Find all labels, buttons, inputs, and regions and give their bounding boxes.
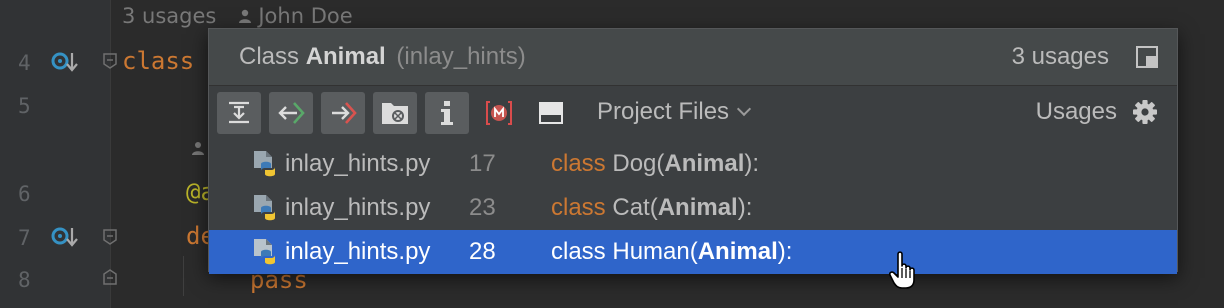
usage-row-selected[interactable]: inlay_hints.py 28 class Human(Animal): — [209, 230, 1177, 274]
usages-list: inlay_hints.py 17 class Dog(Animal): inl… — [209, 142, 1177, 274]
result-line-number: 23 — [469, 194, 496, 221]
open-in-tool-window-icon[interactable] — [1135, 45, 1159, 69]
usage-row[interactable]: inlay_hints.py 17 class Dog(Animal): — [209, 142, 1177, 186]
inlay-hint[interactable]: 3 usages John Doe — [122, 4, 353, 28]
hand-cursor-icon — [889, 251, 915, 289]
open-in-find-window-button[interactable] — [373, 92, 417, 134]
show-usages-popup: Class Animal (inlay_hints) 3 usages Proj… — [208, 28, 1178, 274]
line-number: 7 — [18, 226, 31, 250]
preview-button[interactable] — [529, 92, 573, 134]
line-number: 8 — [18, 268, 31, 292]
result-line-number: 17 — [469, 150, 496, 177]
expand-all-icon — [229, 101, 249, 124]
person-icon — [192, 142, 204, 155]
result-code-match: Animal — [664, 150, 745, 177]
python-file-icon — [254, 239, 275, 265]
result-code-match: Animal — [697, 238, 778, 265]
person-icon — [239, 9, 252, 23]
result-code-match: Animal — [657, 194, 738, 221]
python-file-icon — [254, 195, 275, 221]
popup-title: Class Animal (inlay_hints) — [239, 43, 526, 71]
result-code: class Dog(Animal): — [551, 150, 759, 178]
result-code-post: ): — [737, 194, 753, 221]
result-code-post: ): — [777, 238, 793, 265]
result-code: class Human(Animal): — [551, 238, 792, 266]
popup-header: Class Animal (inlay_hints) 3 usages — [209, 29, 1177, 86]
python-file-icon — [254, 151, 275, 177]
indent-guide — [183, 256, 184, 296]
next-occurrence-button[interactable] — [321, 92, 365, 134]
result-code-pre: Human( — [605, 238, 698, 265]
title-prefix: Class — [239, 43, 300, 70]
implemented-gutter-icon[interactable] — [50, 47, 80, 77]
scope-dropdown[interactable]: Project Files — [597, 98, 752, 126]
inlay-author: John Doe — [258, 4, 353, 28]
chevron-down-icon — [736, 101, 752, 117]
info-button[interactable] — [425, 92, 469, 134]
result-keyword: class — [551, 194, 606, 221]
result-code-pre: Cat( — [605, 194, 658, 221]
gutter-divider — [110, 0, 111, 308]
result-keyword: class — [551, 150, 606, 177]
code-class-keyword: class — [122, 47, 195, 75]
usage-row[interactable]: inlay_hints.py 23 class Cat(Animal): — [209, 186, 1177, 230]
line-number: 6 — [18, 182, 31, 206]
usages-label: Usages — [1035, 98, 1117, 125]
scope-label: Project Files — [597, 98, 730, 125]
result-code-post: ): — [744, 150, 760, 177]
result-file-name: inlay_hints.py — [285, 238, 431, 265]
previous-occurrence-icon — [278, 102, 305, 124]
result-line-number: 28 — [469, 238, 496, 265]
module-filter-button[interactable] — [477, 92, 521, 134]
expand-all-button[interactable] — [217, 92, 261, 134]
line-number: 5 — [18, 94, 31, 118]
fold-end-icon[interactable] — [101, 268, 119, 286]
implemented-gutter-icon[interactable] — [50, 222, 80, 252]
usage-count: 3 usages — [1011, 43, 1109, 70]
module-filter-icon — [486, 101, 512, 125]
result-code: class Cat(Animal): — [551, 194, 752, 222]
fold-icon[interactable] — [101, 52, 119, 70]
result-code-pre: Dog( — [605, 150, 665, 177]
fold-icon[interactable] — [101, 228, 119, 246]
result-file-name: inlay_hints.py — [285, 194, 431, 221]
inlay-usages[interactable]: 3 usages — [122, 4, 216, 28]
preview-icon — [539, 102, 563, 124]
result-file-name: inlay_hints.py — [285, 150, 431, 177]
folder-icon — [382, 103, 408, 124]
gear-icon[interactable] — [1131, 98, 1159, 126]
previous-occurrence-button[interactable] — [269, 92, 313, 134]
line-number: 4 — [18, 51, 31, 75]
popup-toolbar: Project Files Usages — [209, 86, 1177, 139]
result-keyword: class — [551, 238, 606, 265]
next-occurrence-icon — [332, 102, 357, 124]
title-class-name: Animal — [305, 43, 386, 70]
title-module: (inlay_hints) — [396, 43, 526, 70]
info-icon — [441, 101, 453, 125]
